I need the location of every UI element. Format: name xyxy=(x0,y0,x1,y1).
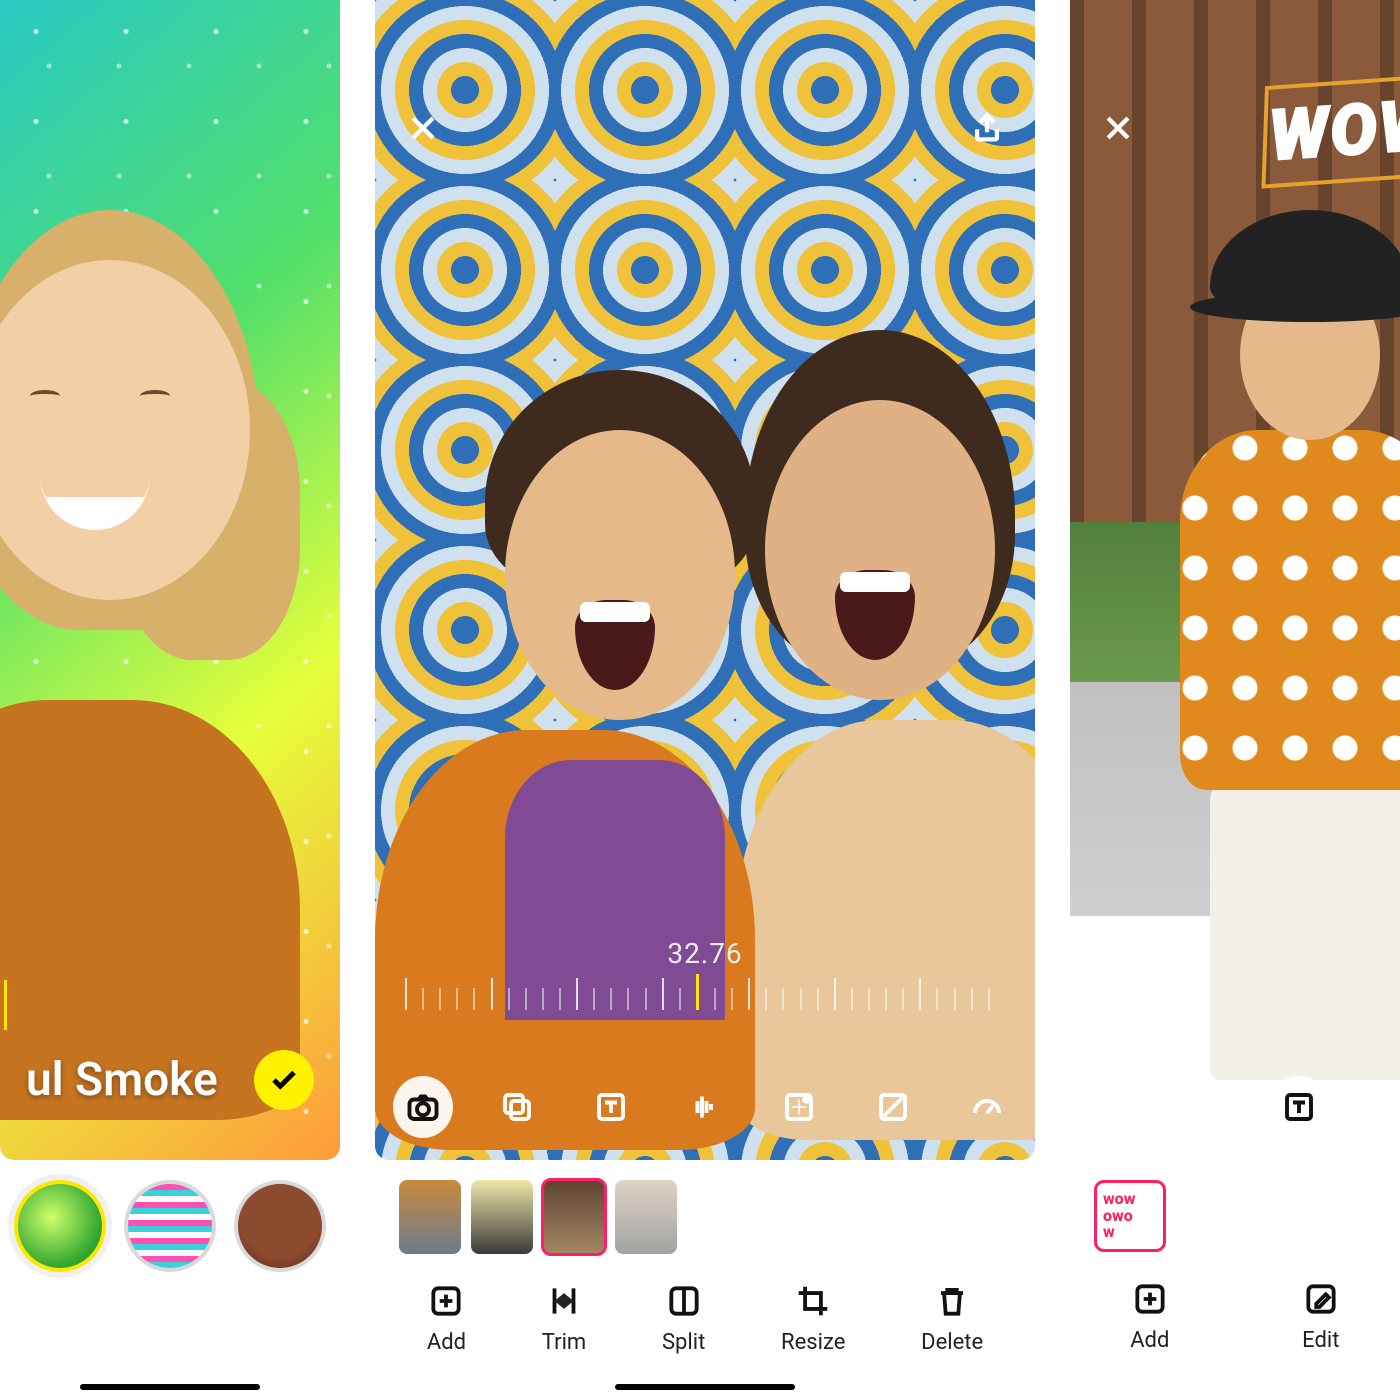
timeline-ruler[interactable] xyxy=(405,974,1005,1010)
split-icon xyxy=(665,1282,703,1320)
action-label: Split xyxy=(662,1330,705,1355)
subject-legs xyxy=(1210,780,1400,1080)
home-indicator xyxy=(615,1384,795,1390)
tool-layers[interactable] xyxy=(487,1076,547,1138)
screen-video-editor: 32.76 xyxy=(375,0,1035,1400)
action-label: Edit xyxy=(1302,1328,1339,1353)
tool-text[interactable] xyxy=(1268,1076,1330,1138)
trim-icon xyxy=(545,1282,583,1320)
apply-lens-button[interactable] xyxy=(254,1050,314,1110)
clip-thumb[interactable] xyxy=(615,1180,677,1254)
share-button[interactable] xyxy=(959,100,1015,156)
lens-title: ul Smoke xyxy=(26,1053,218,1107)
text-icon xyxy=(1281,1089,1317,1125)
close-button[interactable] xyxy=(1090,100,1146,156)
audio-waveform-icon xyxy=(687,1089,723,1125)
lens-thumb-face-3d[interactable] xyxy=(234,1180,326,1272)
close-icon xyxy=(1101,111,1135,145)
video-preview: 32.76 xyxy=(375,0,1035,1160)
action-edit[interactable]: Edit xyxy=(1302,1280,1340,1353)
close-icon xyxy=(406,111,440,145)
subject-body xyxy=(1180,430,1400,790)
action-label: Trim xyxy=(542,1330,586,1355)
plus-square-icon xyxy=(1131,1280,1169,1318)
tool-camera[interactable] xyxy=(1088,1076,1150,1138)
tool-text[interactable] xyxy=(581,1076,641,1138)
subject2-face xyxy=(765,400,995,700)
home-indicator xyxy=(80,1384,260,1390)
action-label: Resize xyxy=(781,1330,845,1355)
clip-editor: Add Trim Split Resize Delete xyxy=(375,1160,1035,1400)
action-add[interactable]: Add xyxy=(1130,1280,1169,1353)
clip-thumb-selected[interactable] xyxy=(543,1180,605,1254)
check-icon xyxy=(269,1065,299,1095)
edit-square-icon xyxy=(1302,1280,1340,1318)
clip-strip xyxy=(389,1180,1021,1254)
share-icon xyxy=(970,111,1004,145)
crop-slash-icon xyxy=(875,1089,911,1125)
layers-icon xyxy=(1191,1089,1227,1125)
clip-thumb[interactable] xyxy=(471,1180,533,1254)
lens-thumb-static-glitch[interactable] xyxy=(124,1180,216,1272)
sticker-thumb-line: w xyxy=(1103,1224,1115,1241)
sticker-editor: wow owo w Add Edit xyxy=(1070,1160,1400,1400)
screen-lens-picker: ul Smoke xyxy=(0,0,340,1400)
sticker-thumb-wow[interactable]: wow owo w xyxy=(1094,1180,1166,1252)
plus-square-icon xyxy=(427,1282,465,1320)
camera-preview: ul Smoke xyxy=(0,0,340,1160)
action-split[interactable]: Split xyxy=(662,1282,705,1355)
screen-sticker-editor: WOW wow owo w xyxy=(1070,0,1400,1400)
action-trim[interactable]: Trim xyxy=(542,1282,586,1355)
tool-speed[interactable] xyxy=(957,1076,1017,1138)
action-add[interactable]: Add xyxy=(427,1282,466,1355)
text-icon xyxy=(593,1089,629,1125)
lens-thumb-colorful-smoke[interactable] xyxy=(14,1180,106,1272)
subject1-face xyxy=(505,430,735,720)
crop-icon xyxy=(794,1282,832,1320)
layers-icon xyxy=(499,1089,535,1125)
action-delete[interactable]: Delete xyxy=(921,1282,983,1355)
sparkle-icon xyxy=(781,1089,817,1125)
tool-audio[interactable] xyxy=(675,1076,735,1138)
video-preview: WOW xyxy=(1070,0,1400,1160)
speedometer-icon xyxy=(969,1089,1005,1125)
tool-crop[interactable] xyxy=(863,1076,923,1138)
clip-thumb[interactable] xyxy=(399,1180,461,1254)
lens-carousel xyxy=(0,1160,340,1400)
action-resize[interactable]: Resize xyxy=(781,1282,845,1355)
camera-icon xyxy=(1101,1089,1137,1125)
camera-icon xyxy=(405,1089,441,1125)
timeline-marker xyxy=(4,980,7,1030)
tool-camera[interactable] xyxy=(393,1076,453,1138)
trash-icon xyxy=(933,1282,971,1320)
playhead-timestamp: 32.76 xyxy=(667,937,742,970)
close-button[interactable] xyxy=(395,100,451,156)
action-label: Add xyxy=(1130,1328,1169,1353)
tool-effects[interactable] xyxy=(769,1076,829,1138)
action-label: Delete xyxy=(921,1330,983,1355)
action-label: Add xyxy=(427,1330,466,1355)
tool-layers[interactable] xyxy=(1178,1076,1240,1138)
